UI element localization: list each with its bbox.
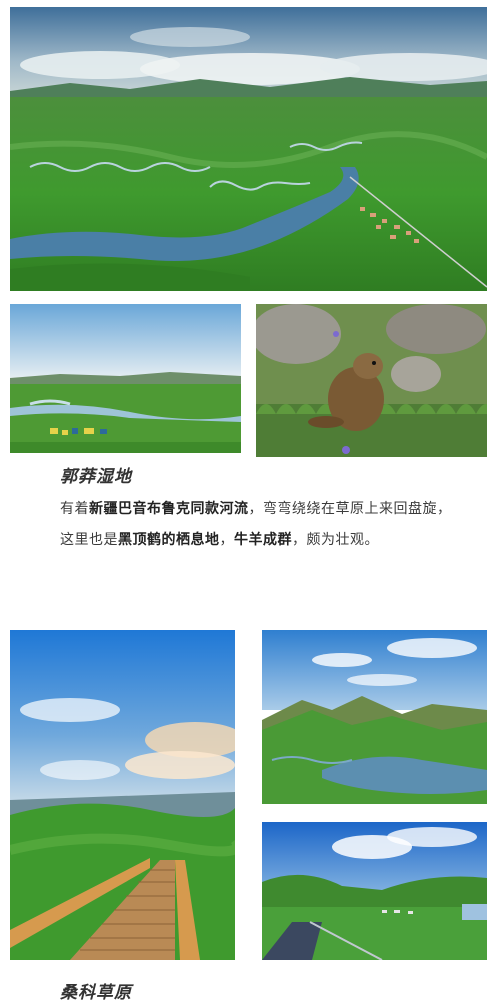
marmot-photo: [256, 304, 487, 457]
grassland-boardwalk-photo: [10, 630, 235, 960]
highlight-text: 牛羊成群: [234, 531, 292, 548]
wetland-description: 有着新疆巴音布鲁克同款河流，弯弯绕绕在草原上来回盘旋，这里也是黑顶鹤的栖息地，牛…: [60, 494, 455, 555]
section-heading-wetland: 郭莽湿地: [60, 467, 132, 487]
valley-lake-photo: [262, 630, 487, 804]
road-grassland-photo: [262, 822, 487, 960]
section-heading-grassland: 桑科草原: [60, 983, 132, 1003]
wetland-aerial-photo: [10, 7, 487, 291]
body-text: ，: [219, 531, 234, 548]
body-text: 有着: [60, 501, 89, 517]
highlight-text: 新疆巴音布鲁克同款河流: [89, 501, 249, 517]
grassland-river-photo: [10, 304, 241, 453]
body-text: ，颇为壮观。: [292, 531, 379, 548]
highlight-text: 黑顶鹤的栖息地: [118, 531, 220, 548]
